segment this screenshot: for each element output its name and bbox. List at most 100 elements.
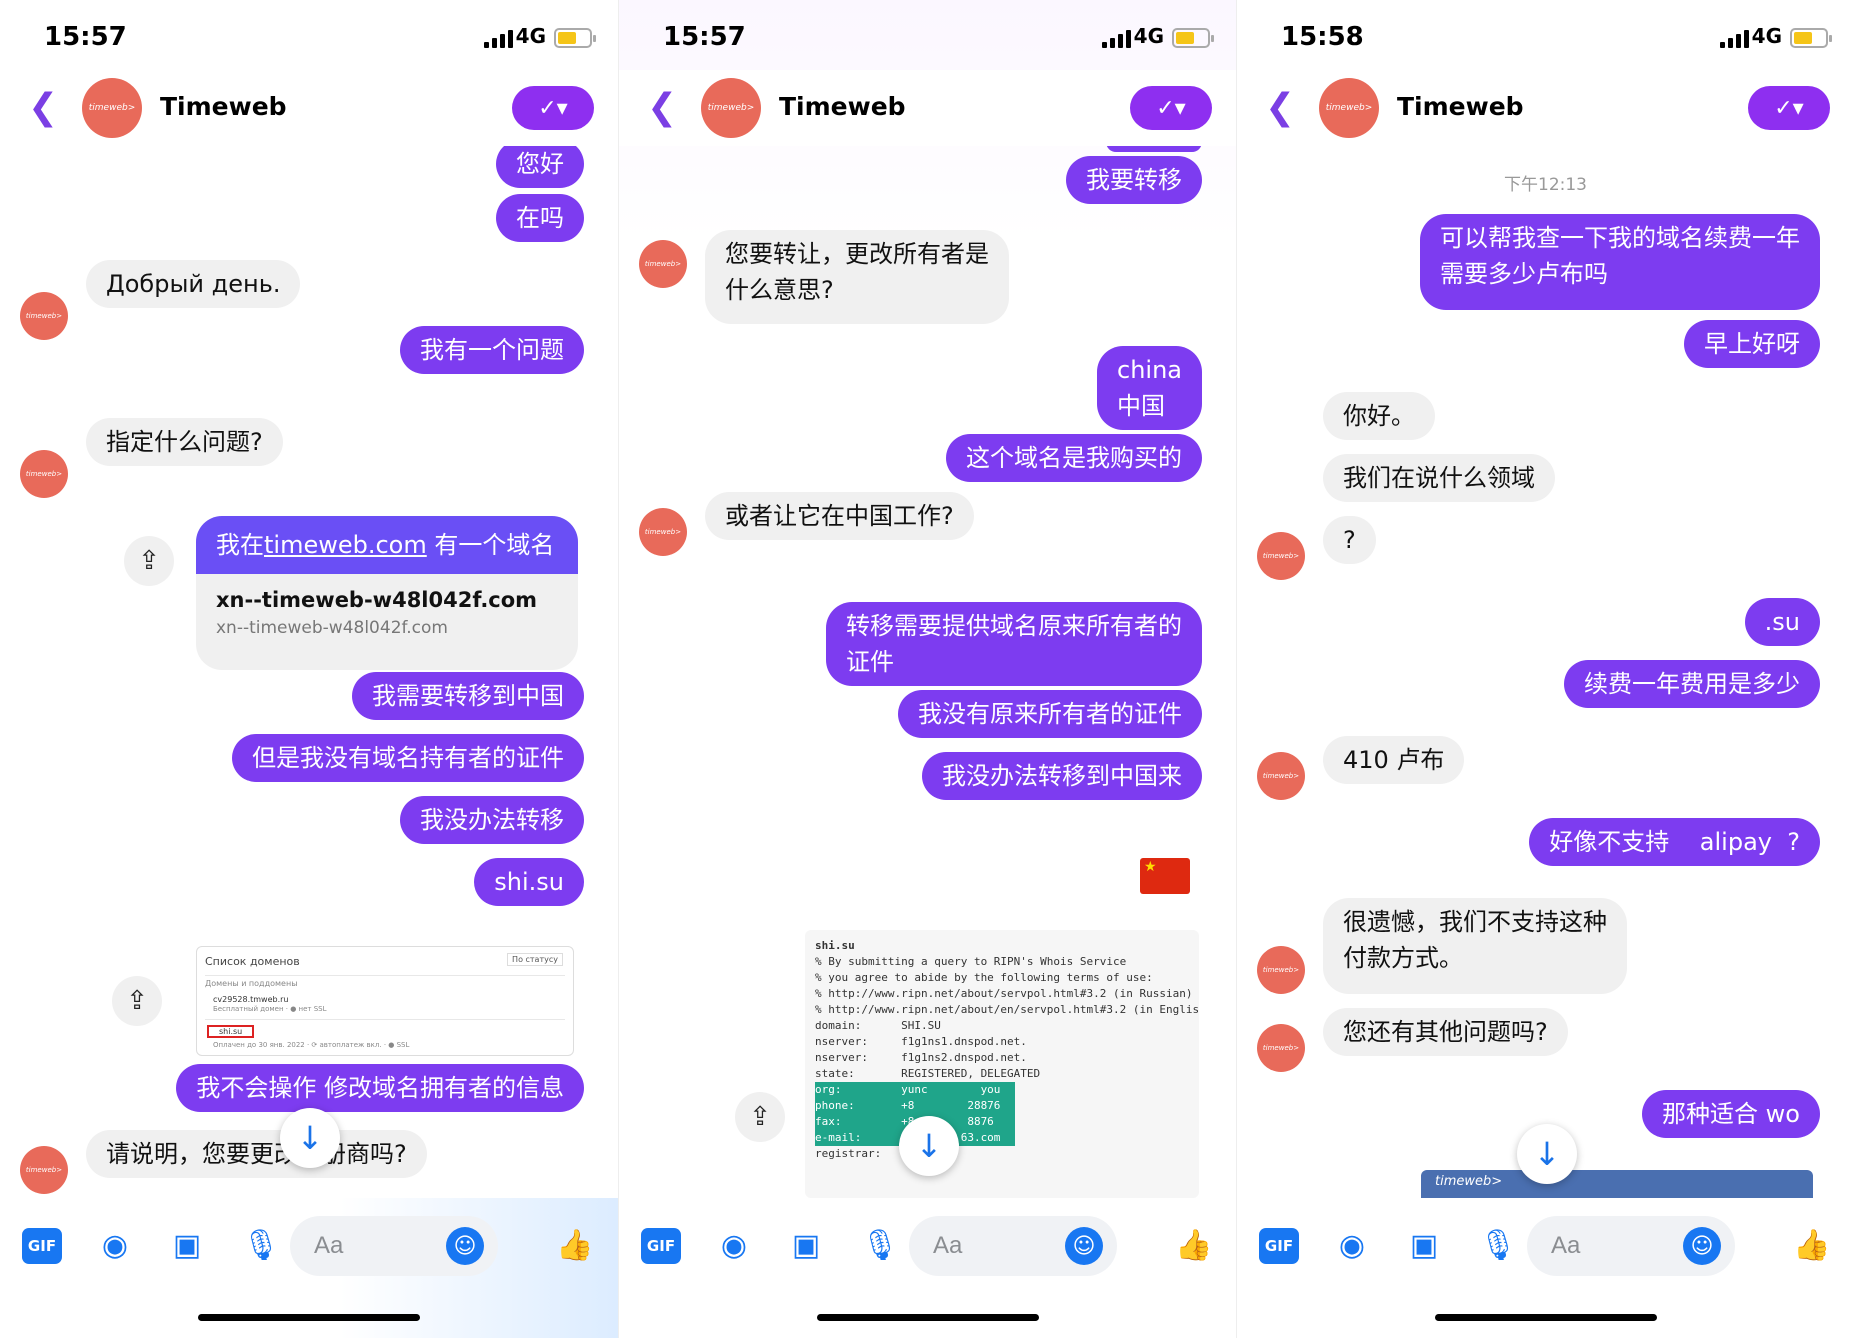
- emoji-icon[interactable]: ☺: [1065, 1227, 1103, 1265]
- message-outgoing: 早上好呀: [1684, 320, 1820, 368]
- message-outgoing: 我需要转移到中国: [352, 672, 584, 720]
- gif-button[interactable]: GIF: [1259, 1228, 1299, 1264]
- contact-avatar[interactable]: timeweb>: [82, 78, 142, 138]
- china-flag-emoji: ★: [1140, 858, 1190, 894]
- chat-header: ❮ timeweb> Timeweb ✓▾: [1237, 70, 1854, 146]
- whois-screenshot[interactable]: shi.su % By submitting a query to RIPN's…: [805, 930, 1199, 1198]
- emoji-icon[interactable]: ☺: [446, 1227, 484, 1265]
- message-input-wrapper: ☺: [1527, 1216, 1735, 1276]
- contact-name[interactable]: Timeweb: [1397, 92, 1524, 121]
- chat-header: ❮ timeweb> Timeweb ✓▾: [619, 70, 1236, 146]
- thumbs-up-icon[interactable]: 👍: [1789, 1222, 1835, 1268]
- message-outgoing: 我要转移: [1066, 156, 1202, 204]
- camera-icon[interactable]: ◉: [1329, 1222, 1375, 1268]
- message-thread[interactable]: 您好 在吗 timeweb> Добрый день. 我有一个问题 timew…: [0, 146, 618, 1198]
- gif-button[interactable]: GIF: [22, 1228, 62, 1264]
- contact-avatar-small: timeweb>: [639, 508, 687, 556]
- contact-avatar-small: timeweb>: [1257, 1024, 1305, 1072]
- message-outgoing: shi.su: [474, 858, 584, 906]
- whois-line: registrar: R01-SU: [815, 1147, 941, 1160]
- whois-line: nserver: f1g1ns1.dnspod.net.: [815, 1035, 1027, 1048]
- whois-line: % By submitting a query to RIPN's Whois …: [815, 955, 1127, 968]
- status-bar: 15:57 4G: [619, 0, 1236, 70]
- contact-avatar-small: timeweb>: [639, 240, 687, 288]
- screens-container: 15:57 4G ❮ timeweb> Timeweb ✓▾ 您好 在吗 tim…: [0, 0, 1854, 1338]
- battery-icon: [554, 28, 596, 48]
- thumbs-up-icon[interactable]: 👍: [552, 1222, 598, 1268]
- microphone-icon[interactable]: 🎙: [857, 1222, 903, 1268]
- message-line: 很遗憾，我们不支持这种: [1343, 908, 1607, 936]
- link-preview-card[interactable]: 我在timeweb.com 有一个域名 xn--timeweb-w48l042f…: [196, 516, 578, 670]
- message-line: 可以帮我查一下我的域名续费一年: [1440, 224, 1800, 252]
- message-outgoing: 我没办法转移到中国来: [922, 752, 1202, 800]
- contact-avatar-small: timeweb>: [1257, 752, 1305, 800]
- whois-title: shi.su: [815, 939, 855, 952]
- check-dropdown-button[interactable]: ✓▾: [1748, 86, 1830, 130]
- share-icon[interactable]: ⇪: [124, 536, 174, 586]
- message-incoming: 请说明，您要更改注册商吗?: [86, 1130, 427, 1178]
- message-incoming-multiline: 您要转让，更改所有者是 什么意思?: [705, 230, 1009, 324]
- check-dropdown-button[interactable]: ✓▾: [512, 86, 594, 130]
- share-icon[interactable]: ⇪: [112, 976, 162, 1026]
- screenshot-row-domain: cv29528.tmweb.ru: [213, 995, 289, 1004]
- back-chevron-icon[interactable]: ❮: [28, 90, 58, 126]
- battery-icon: [1172, 28, 1214, 48]
- contact-avatar-small: timeweb>: [20, 292, 68, 340]
- scroll-down-arrow-icon[interactable]: ↓: [1517, 1124, 1577, 1184]
- message-thread[interactable]: 我要转移 timeweb> 您要转让，更改所有者是 什么意思? china 中国…: [619, 146, 1236, 1198]
- camera-icon[interactable]: ◉: [711, 1222, 757, 1268]
- message-outgoing-multiline: 可以帮我查一下我的域名续费一年 需要多少卢布吗: [1420, 214, 1820, 310]
- contact-name[interactable]: Timeweb: [160, 92, 287, 121]
- scroll-down-arrow-icon[interactable]: ↓: [280, 1108, 340, 1168]
- emoji-icon[interactable]: ☺: [1683, 1227, 1721, 1265]
- status-time: 15:57: [663, 22, 746, 52]
- link-preview-message: 我在timeweb.com 有一个域名: [196, 516, 578, 574]
- home-indicator: [817, 1314, 1039, 1321]
- scroll-down-arrow-icon[interactable]: ↓: [899, 1116, 959, 1176]
- contact-name[interactable]: Timeweb: [779, 92, 906, 121]
- message-input[interactable]: [909, 1216, 1049, 1276]
- photo-icon[interactable]: ▣: [164, 1222, 210, 1268]
- message-incoming: 410 卢布: [1323, 736, 1465, 784]
- screenshot-filter: По статусу: [507, 953, 563, 966]
- check-dropdown-button[interactable]: ✓▾: [1130, 86, 1212, 130]
- screenshot-title: Список доменов: [205, 955, 300, 968]
- website-screenshot-preview[interactable]: timeweb>: [1421, 1170, 1813, 1198]
- message-incoming: 您还有其他问题吗?: [1323, 1008, 1568, 1056]
- whois-masked-line: phone: +8 28876: [815, 1098, 1015, 1114]
- signal-icon: [1720, 30, 1750, 48]
- camera-icon[interactable]: ◉: [92, 1222, 138, 1268]
- message-line: 您要转让，更改所有者是: [725, 240, 989, 268]
- whois-line: % http://www.ripn.net/about/en/servpol.h…: [815, 1003, 1199, 1016]
- message-outgoing: 这个域名是我购买的: [946, 434, 1202, 482]
- back-chevron-icon[interactable]: ❮: [1265, 90, 1295, 126]
- whois-masked-line: org: yunc you: [815, 1082, 1015, 1098]
- contact-avatar[interactable]: timeweb>: [701, 78, 761, 138]
- thumbs-up-icon[interactable]: 👍: [1171, 1222, 1217, 1268]
- microphone-icon[interactable]: 🎙: [1475, 1222, 1521, 1268]
- message-outgoing: 但是我没有域名持有者的证件: [232, 734, 584, 782]
- contact-avatar[interactable]: timeweb>: [1319, 78, 1379, 138]
- network-label: 4G: [1751, 24, 1782, 48]
- composer-bar: GIF ◉ ▣ 🎙 ☺ 👍: [1237, 1198, 1854, 1338]
- link-preview-title: xn--timeweb-w48l042f.com: [216, 588, 538, 612]
- photo-icon[interactable]: ▣: [783, 1222, 829, 1268]
- screenshot-subtitle: Домены и поддомены: [205, 979, 298, 988]
- signal-icon: [1102, 30, 1132, 48]
- network-label: 4G: [515, 24, 546, 48]
- composer-bar: GIF ◉ ▣ 🎙 ☺ 👍: [619, 1198, 1236, 1338]
- microphone-icon[interactable]: 🎙: [238, 1222, 284, 1268]
- message-input[interactable]: [1527, 1216, 1667, 1276]
- domain-list-screenshot[interactable]: Список доменов По статусу Домены и поддо…: [196, 946, 574, 1056]
- message-input[interactable]: [290, 1216, 430, 1276]
- link-url[interactable]: timeweb.com: [264, 531, 427, 559]
- whois-line: % http://www.ripn.net/about/servpol.html…: [815, 987, 1193, 1000]
- message-thread[interactable]: 下午12:13 可以帮我查一下我的域名续费一年 需要多少卢布吗 早上好呀 你好。…: [1237, 146, 1854, 1198]
- photo-icon[interactable]: ▣: [1401, 1222, 1447, 1268]
- back-chevron-icon[interactable]: ❮: [647, 90, 677, 126]
- composer-bar: GIF ◉ ▣ 🎙 ☺ 👍: [0, 1198, 618, 1338]
- share-icon[interactable]: ⇪: [735, 1092, 785, 1142]
- message-outgoing-multiline: china 中国: [1097, 346, 1202, 430]
- gif-button[interactable]: GIF: [641, 1228, 681, 1264]
- phone-screen-1: 15:57 4G ❮ timeweb> Timeweb ✓▾ 您好 在吗 tim…: [0, 0, 618, 1338]
